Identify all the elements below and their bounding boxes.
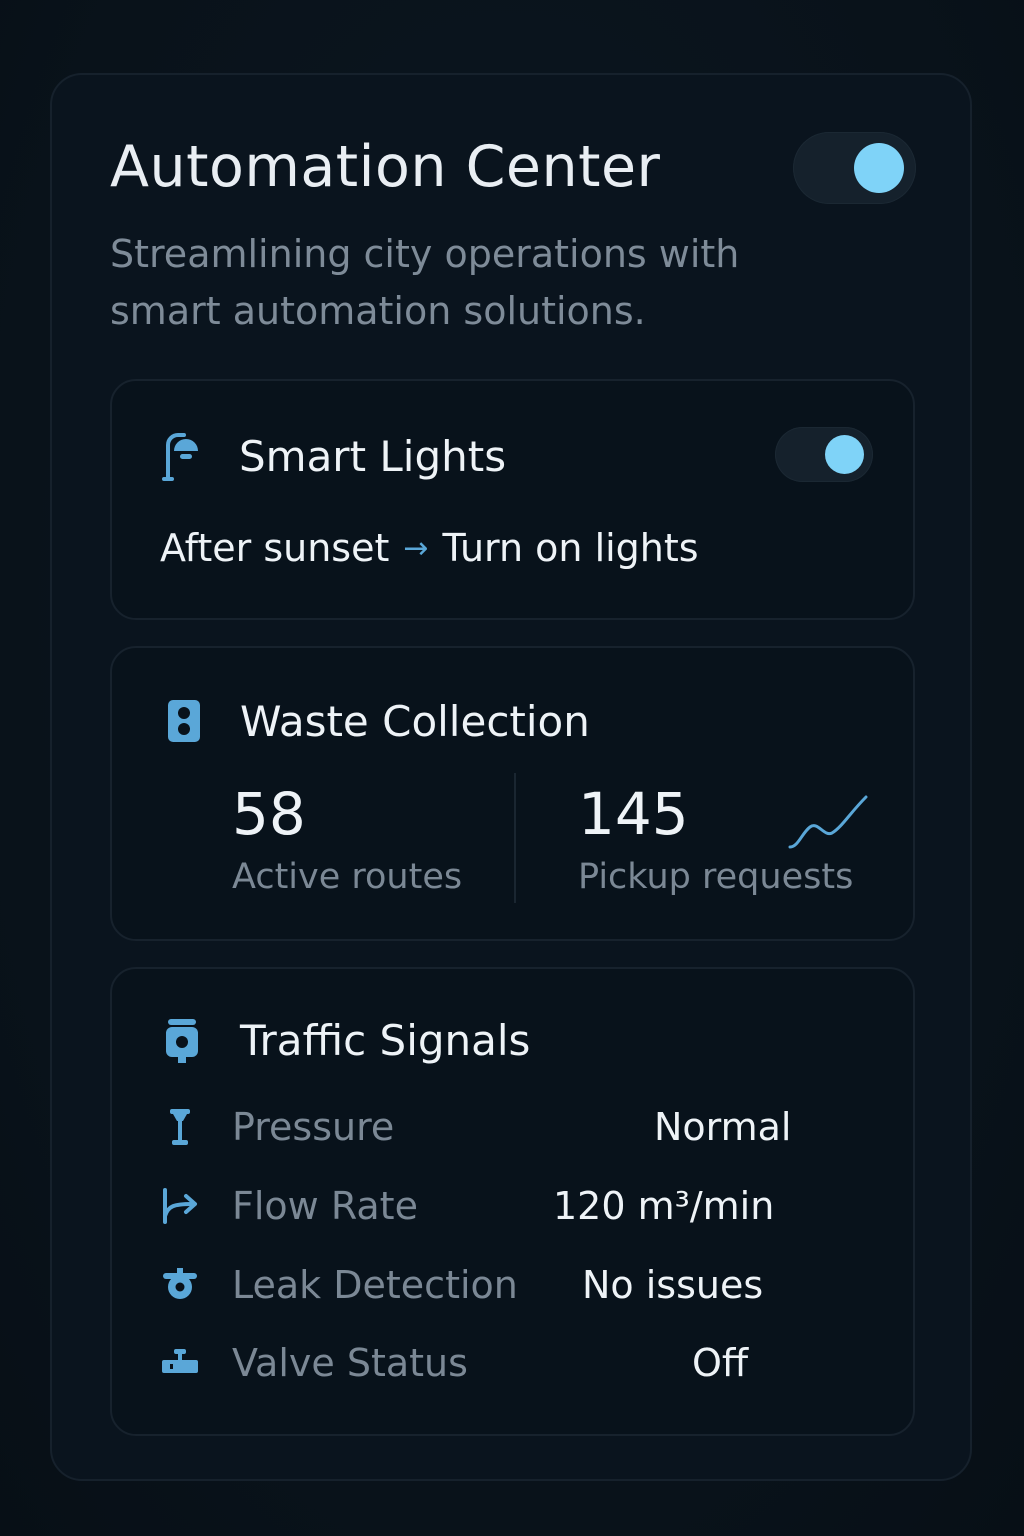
traffic-signals-card[interactable]: Traffic Signals Pressure Normal Flow Rat… [110, 967, 915, 1436]
smart-lights-card[interactable]: Smart Lights After sunset → Turn on lights [110, 379, 915, 620]
page-subtitle: Streamlining city operations with smart … [110, 232, 740, 333]
automation-rule: After sunset → Turn on lights [160, 523, 699, 574]
pressure-gauge-icon [160, 1107, 200, 1147]
smart-lights-title: Smart Lights [239, 432, 507, 481]
metric-value-flow-rate: 120 m³/min [553, 1184, 775, 1228]
waste-collection-card[interactable]: Waste Collection 58 Active routes 145 Pi… [110, 646, 915, 941]
arrow-right-icon: → [403, 531, 429, 566]
rule-action: Turn on lights [442, 526, 699, 570]
smart-lights-toggle-knob [825, 435, 864, 474]
rule-trigger: After sunset [160, 526, 390, 570]
pickup-requests-value: 145 [578, 780, 689, 848]
metric-label-pressure: Pressure [232, 1105, 395, 1149]
metric-row-leak-detection: Leak Detection No issues [160, 1260, 880, 1310]
smart-lights-toggle[interactable] [775, 427, 873, 482]
waste-collection-title: Waste Collection [240, 697, 590, 746]
active-routes-value: 58 [232, 780, 306, 848]
active-routes-label: Active routes [232, 857, 463, 897]
trend-line-icon [788, 793, 868, 851]
master-toggle-knob [854, 143, 904, 193]
valve-icon [160, 1343, 200, 1383]
page-title: Automation Center [110, 134, 661, 200]
metric-row-valve-status: Valve Status Off [160, 1338, 880, 1388]
master-toggle[interactable] [793, 132, 916, 204]
metric-label-valve-status: Valve Status [232, 1341, 468, 1385]
traffic-signal-icon [162, 1017, 206, 1065]
page: Automation Center Streamlining city oper… [0, 0, 1024, 1536]
street-lamp-icon [160, 431, 204, 481]
flow-arrow-icon [160, 1186, 200, 1226]
bin-icon [164, 698, 208, 746]
pickup-requests-label: Pickup requests [578, 857, 854, 897]
leak-sensor-icon [160, 1265, 200, 1305]
metric-value-pressure: Normal [654, 1105, 792, 1149]
stat-divider [514, 773, 516, 903]
metric-label-leak-detection: Leak Detection [232, 1263, 518, 1307]
metric-value-leak-detection: No issues [582, 1263, 764, 1307]
traffic-signals-title: Traffic Signals [240, 1016, 531, 1065]
metric-row-pressure: Pressure Normal [160, 1102, 880, 1152]
metric-value-valve-status: Off [692, 1341, 749, 1385]
metric-row-flow-rate: Flow Rate 120 m³/min [160, 1181, 880, 1231]
metric-label-flow-rate: Flow Rate [232, 1184, 418, 1228]
